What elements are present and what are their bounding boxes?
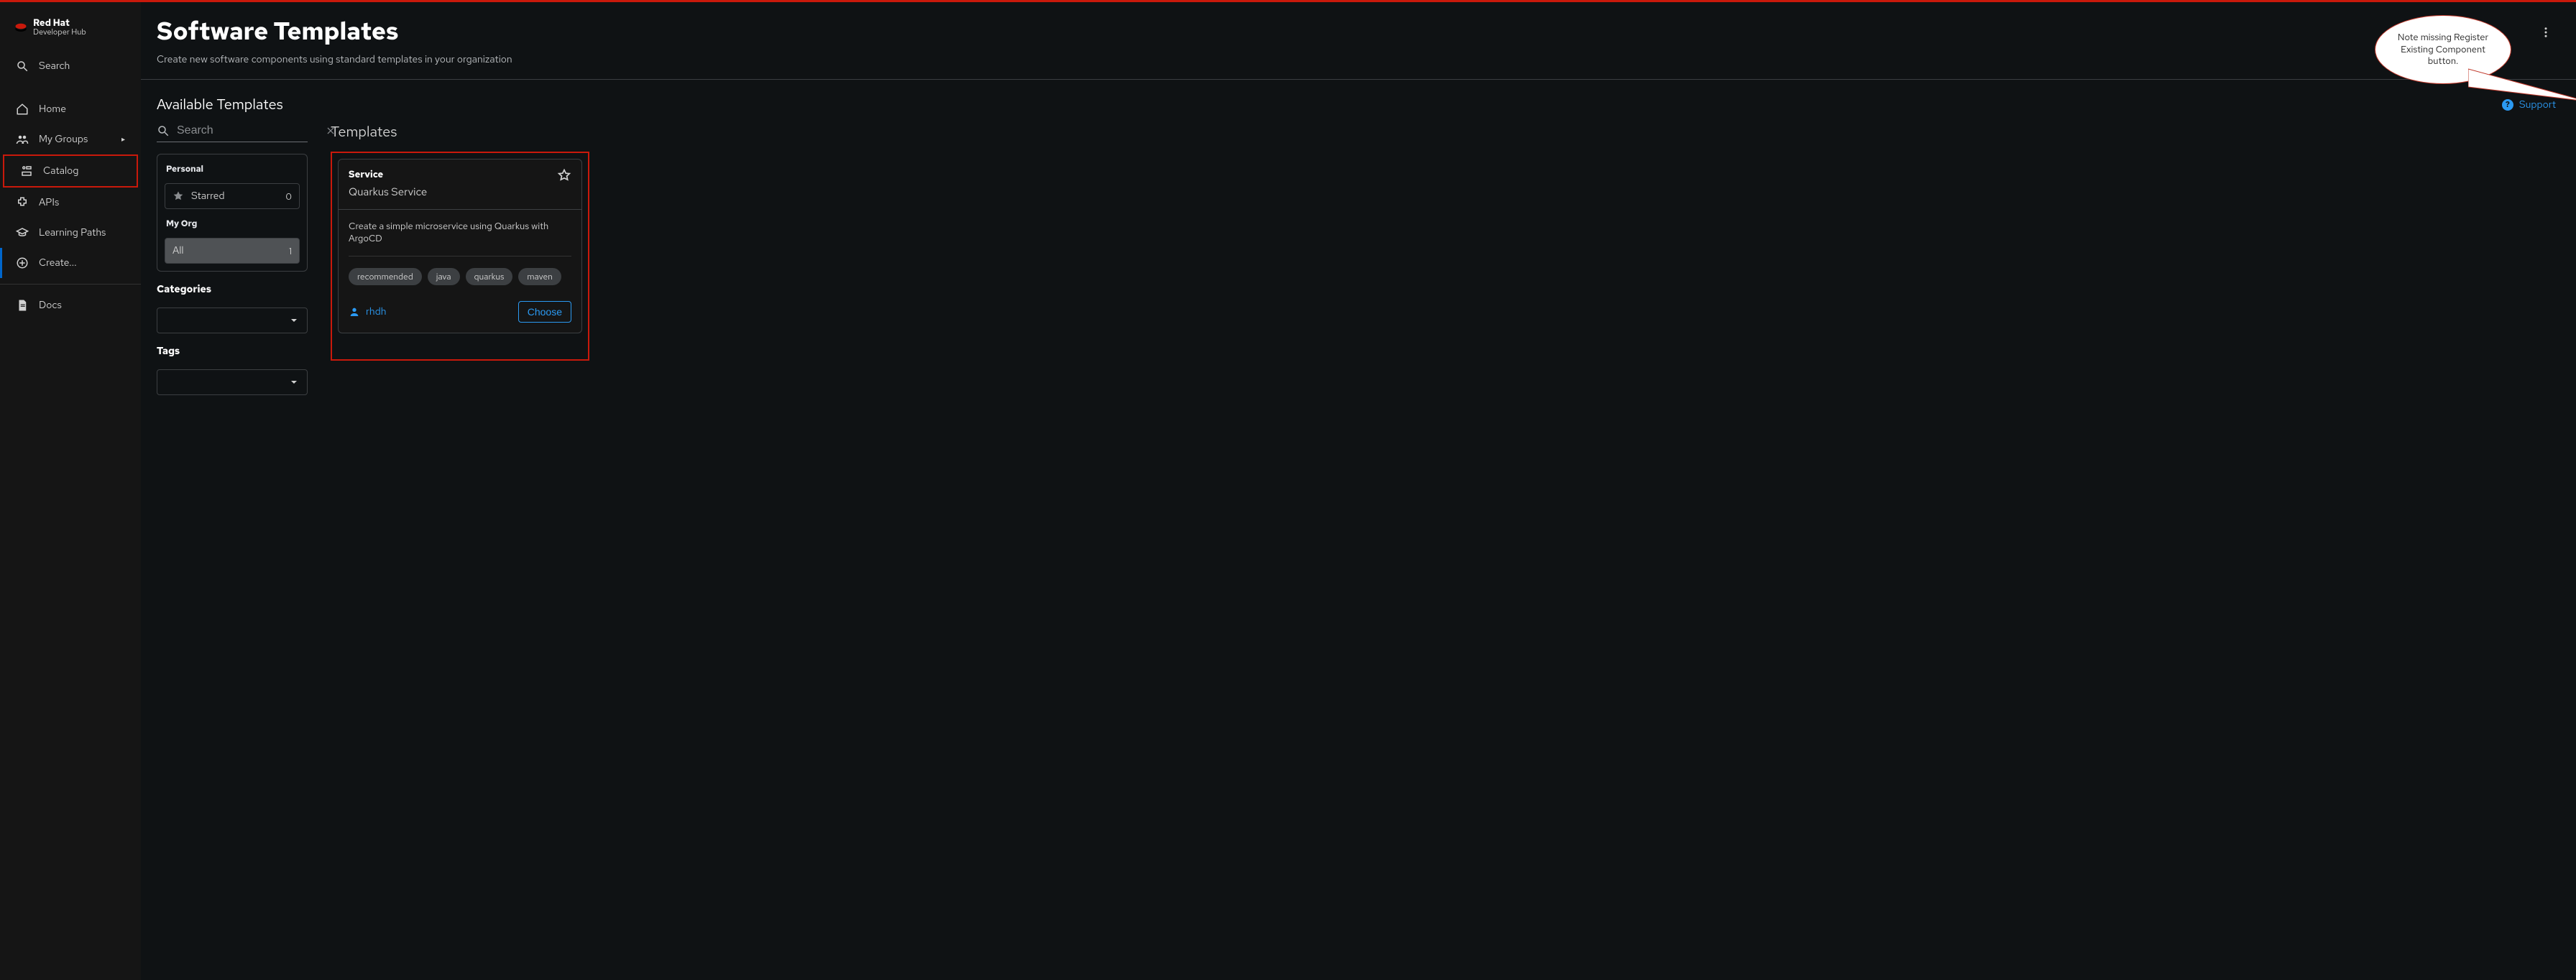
filter-row-label: Starred (191, 190, 225, 203)
extension-icon (16, 196, 29, 209)
sidebar-item-catalog[interactable]: Catalog (3, 154, 138, 188)
active-indicator (0, 248, 2, 278)
docs-icon (16, 299, 29, 312)
template-description: Create a simple microservice using Quark… (339, 210, 581, 251)
plus-circle-icon (16, 256, 29, 269)
template-card-highlight: Service Quarkus Service Create a simple … (331, 152, 589, 361)
page-title: Software Templates (157, 15, 512, 47)
help-icon: ? (2502, 99, 2513, 111)
annotation-callout: Note missing Register Existing Component… (2375, 15, 2511, 84)
search-icon (16, 60, 29, 73)
sidebar-item-label: Home (39, 103, 66, 116)
page-header: Software Templates Create new software c… (141, 2, 2576, 80)
sidebar-item-apis[interactable]: APIs (0, 188, 141, 218)
template-kind: Service (349, 168, 427, 180)
template-card: Service Quarkus Service Create a simple … (338, 159, 582, 333)
page-subtitle: Create new software components using sta… (157, 53, 512, 66)
support-link[interactable]: ? Support (2502, 98, 2556, 111)
brand-name: Red Hat (33, 18, 86, 28)
filters-panel: Personal Starred 0 My Org (157, 123, 308, 395)
template-owner-link[interactable]: rhdh (349, 305, 387, 318)
sidebar-item-label: Catalog (43, 165, 78, 177)
filter-row-count: 0 (285, 190, 292, 203)
categories-label: Categories (157, 283, 308, 296)
home-icon (16, 103, 29, 116)
support-label: Support (2519, 98, 2556, 111)
filter-row-label: All (172, 244, 183, 257)
filter-heading-personal: Personal (165, 162, 300, 176)
template-tags: recommended java quarkus maven (339, 261, 581, 288)
sidebar-item-label: Create... (39, 256, 77, 269)
star-icon (172, 190, 184, 202)
annotation-text: Note missing Register Existing Component… (2375, 15, 2511, 84)
sidebar-item-docs[interactable]: Docs (0, 290, 141, 320)
sidebar-item-label: Learning Paths (39, 226, 106, 239)
groups-icon (16, 133, 29, 146)
star-template-button[interactable] (557, 168, 571, 182)
tags-select[interactable] (157, 369, 308, 395)
school-icon (16, 226, 29, 239)
sidebar-divider (0, 284, 141, 285)
section-title: Available Templates (157, 96, 283, 114)
template-tag[interactable]: java (428, 268, 460, 285)
templates-list: Templates Service Quarkus Service (331, 123, 2560, 361)
sidebar-item-my-groups[interactable]: My Groups ▸ (0, 124, 141, 154)
template-name: Quarkus Service (349, 185, 427, 199)
sidebar-search[interactable]: Search (0, 51, 141, 81)
filter-groups: Personal Starred 0 My Org (157, 154, 308, 272)
sidebar: Red Hat Developer Hub Search Home My Gro… (0, 2, 141, 980)
sidebar-item-create[interactable]: Create... (0, 248, 141, 278)
sidebar-item-label: Docs (39, 299, 62, 312)
chevron-right-icon: ▸ (121, 135, 125, 144)
template-owner-label: rhdh (366, 305, 387, 318)
tags-label: Tags (157, 345, 308, 358)
brand-logo: Red Hat Developer Hub (0, 11, 141, 47)
brand-sub: Developer Hub (33, 28, 86, 37)
catalog-icon (20, 165, 33, 177)
sidebar-item-learning-paths[interactable]: Learning Paths (0, 218, 141, 248)
template-tag[interactable]: quarkus (466, 268, 513, 285)
categories-select[interactable] (157, 308, 308, 333)
template-tag[interactable]: recommended (349, 268, 422, 285)
redhat-fedora-icon (14, 22, 27, 32)
filter-row-starred[interactable]: Starred 0 (165, 183, 300, 209)
person-icon (349, 306, 360, 318)
template-tag[interactable]: maven (518, 268, 561, 285)
filter-search[interactable] (157, 123, 308, 142)
sidebar-search-label: Search (39, 60, 70, 73)
filter-heading-org: My Org (165, 216, 300, 231)
templates-heading: Templates (331, 123, 2560, 142)
choose-button[interactable]: Choose (518, 301, 571, 323)
main-content: Software Templates Create new software c… (141, 2, 2576, 980)
header-menu-button[interactable] (2536, 22, 2556, 42)
chevron-down-icon (288, 315, 300, 326)
chevron-down-icon (288, 376, 300, 388)
sidebar-item-home[interactable]: Home (0, 94, 141, 124)
filter-search-input[interactable] (177, 124, 326, 137)
sidebar-item-label: APIs (39, 196, 59, 209)
filter-row-all[interactable]: All 1 (165, 238, 300, 264)
sidebar-item-label: My Groups (39, 133, 88, 146)
filter-row-count: 1 (289, 245, 292, 257)
search-icon (157, 124, 170, 137)
